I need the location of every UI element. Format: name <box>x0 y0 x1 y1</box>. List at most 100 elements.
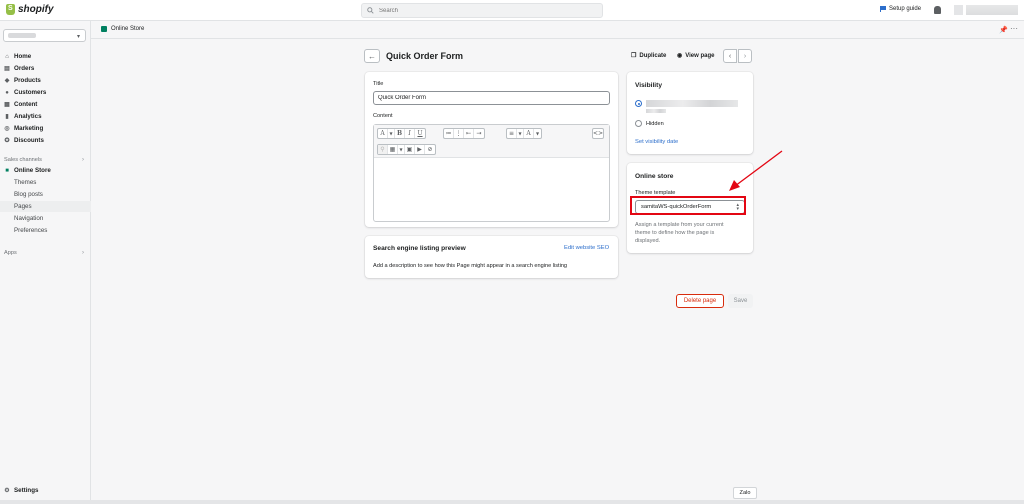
hidden-radio[interactable] <box>635 120 642 127</box>
setup-guide-label: Setup guide <box>889 6 922 12</box>
page-content-card: Title Content A ▼ B I U ≔ ⋮ ⇤ ⇥ ≡ ▼ A ▼ <box>365 72 618 227</box>
underline-button[interactable]: U <box>415 129 425 138</box>
align-icon[interactable]: ≡ <box>507 129 517 138</box>
italic-button[interactable]: I <box>405 129 415 138</box>
store-name-redacted <box>8 33 36 38</box>
view-page-button[interactable]: ◉ View page <box>677 52 715 60</box>
sidebar-item-orders[interactable]: ▤ Orders <box>0 63 91 74</box>
bullet-list-icon[interactable]: ≔ <box>444 129 454 138</box>
back-button[interactable]: ← <box>364 49 380 63</box>
duplicate-label: Duplicate <box>639 52 667 59</box>
sidebar-item-home[interactable]: ⌂ Home <box>0 51 91 62</box>
link-icon[interactable]: ⚲ <box>378 145 388 154</box>
sidebar-item-blog-posts[interactable]: Blog posts <box>0 189 91 200</box>
account-name-redacted[interactable] <box>966 5 1018 15</box>
sidebar-item-analytics[interactable]: ▮ Analytics <box>0 111 91 122</box>
content-icon: ▦ <box>4 102 10 108</box>
search-bar[interactable] <box>361 3 603 18</box>
chevron-down-icon: ▾ <box>76 34 80 40</box>
next-page-button[interactable]: › <box>738 49 752 63</box>
flag-icon <box>880 6 886 12</box>
apps-label: Apps <box>4 249 17 256</box>
sidebar-item-discounts[interactable]: ✪ Discounts <box>0 135 91 146</box>
channel-title: Online Store <box>101 26 144 32</box>
sidebar-item-content[interactable]: ▦ Content <box>0 99 91 110</box>
search-icon <box>367 7 374 14</box>
sidebar-item-products[interactable]: ◆ Products <box>0 75 91 86</box>
sidebar-item-label: Settings <box>14 487 39 494</box>
list-group: ≔ ⋮ ⇤ ⇥ <box>443 128 485 139</box>
chevron-down-icon[interactable]: ▼ <box>398 145 405 154</box>
outdent-icon[interactable]: ⇤ <box>464 129 474 138</box>
numbered-list-icon[interactable]: ⋮ <box>454 129 464 138</box>
sidebar-item-label: Content <box>14 101 38 108</box>
sidebar-item-themes[interactable]: Themes <box>0 177 91 188</box>
sidebar-item-label: Marketing <box>14 125 44 132</box>
sidebar-item-label: Navigation <box>14 215 44 222</box>
delete-page-button[interactable]: Delete page <box>676 294 724 308</box>
previous-page-button[interactable]: ‹ <box>723 49 737 63</box>
template-help-line-1: Assign a template from your current <box>635 222 724 228</box>
sidebar-item-label: Orders <box>14 65 35 72</box>
set-visibility-date-link[interactable]: Set visibility date <box>635 139 678 145</box>
title-input[interactable] <box>373 91 610 105</box>
clear-format-icon[interactable]: ⊘ <box>425 145 435 154</box>
chevron-down-icon[interactable]: ▼ <box>388 129 395 138</box>
video-icon[interactable]: ▶ <box>415 145 425 154</box>
gear-icon: ⚙ <box>4 488 10 494</box>
annotation-highlight-box <box>630 196 746 215</box>
format-group: A ▼ B I U <box>377 128 426 139</box>
page-title: Quick Order Form <box>386 51 464 61</box>
home-icon: ⌂ <box>5 53 9 60</box>
person-icon: ● <box>5 89 9 96</box>
chevron-right-icon: › <box>82 156 84 163</box>
eye-icon: ◉ <box>677 53 683 59</box>
search-input[interactable] <box>379 7 579 14</box>
sidebar-item-online-store[interactable]: ■ Online Store <box>0 165 91 176</box>
sidebar-item-customers[interactable]: ● Customers <box>0 87 91 98</box>
duplicate-button[interactable]: ❐ Duplicate <box>631 52 667 60</box>
sidebar-item-settings[interactable]: ⚙ Settings <box>0 485 91 496</box>
edit-seo-link[interactable]: Edit website SEO <box>564 245 609 251</box>
save-button[interactable]: Save <box>728 294 753 308</box>
sidebar-item-preferences[interactable]: Preferences <box>0 225 91 236</box>
rich-text-editor[interactable]: A ▼ B I U ≔ ⋮ ⇤ ⇥ ≡ ▼ A ▼ <> ⚲ ▦ ▼ ▣ ▶ ⊘ <box>373 124 610 222</box>
avatar[interactable] <box>954 5 963 15</box>
visible-radio[interactable] <box>635 100 642 107</box>
sidebar-item-label: Customers <box>14 89 47 96</box>
sidebar-item-pages[interactable]: Pages <box>0 201 91 212</box>
shopify-logo[interactable]: shopify <box>6 4 54 15</box>
more-icon[interactable]: ··· <box>1010 24 1018 33</box>
logo-text: shopify <box>18 4 54 15</box>
tag-icon: ◆ <box>4 78 10 84</box>
indent-icon[interactable]: ⇥ <box>474 129 484 138</box>
bold-button[interactable]: B <box>395 129 405 138</box>
template-help-line-2: theme to define how the page is <box>635 230 715 236</box>
insert-group: ⚲ ▦ ▼ ▣ ▶ ⊘ <box>377 144 436 155</box>
chevron-right-icon: › <box>82 249 84 256</box>
font-style-button[interactable]: A <box>378 129 388 138</box>
template-help-line-3: displayed. <box>635 238 661 244</box>
store-switcher[interactable]: ▾ <box>3 29 86 42</box>
pin-icon[interactable]: 📌 <box>999 26 1008 34</box>
editor-toolbar: A ▼ B I U ≔ ⋮ ⇤ ⇥ ≡ ▼ A ▼ <> ⚲ ▦ ▼ ▣ ▶ ⊘ <box>374 125 609 158</box>
sidebar-item-label: Products <box>14 77 41 84</box>
seo-preview-card: Search engine listing preview Edit websi… <box>365 236 618 278</box>
sidebar-item-label: Discounts <box>14 137 44 144</box>
sidebar-item-marketing[interactable]: ◎ Marketing <box>0 123 91 134</box>
sales-channels-header[interactable]: Sales channels › <box>0 154 91 165</box>
image-icon[interactable]: ▣ <box>405 145 415 154</box>
chevron-down-icon[interactable]: ▼ <box>534 129 541 138</box>
zalo-chat-widget[interactable]: Zalo <box>733 487 757 499</box>
seo-card-title: Search engine listing preview <box>373 245 466 252</box>
bell-icon[interactable] <box>934 6 941 14</box>
apps-header[interactable]: Apps › <box>0 247 91 258</box>
table-icon[interactable]: ▦ <box>388 145 398 154</box>
top-bar: shopify Setup guide <box>0 0 1024 21</box>
setup-guide-button[interactable]: Setup guide <box>880 6 921 12</box>
sidebar-item-navigation[interactable]: Navigation <box>0 213 91 224</box>
target-icon: ◎ <box>4 126 10 132</box>
code-view-icon[interactable]: <> <box>593 129 603 138</box>
text-color-icon[interactable]: A <box>524 129 534 138</box>
chevron-down-icon[interactable]: ▼ <box>517 129 524 138</box>
